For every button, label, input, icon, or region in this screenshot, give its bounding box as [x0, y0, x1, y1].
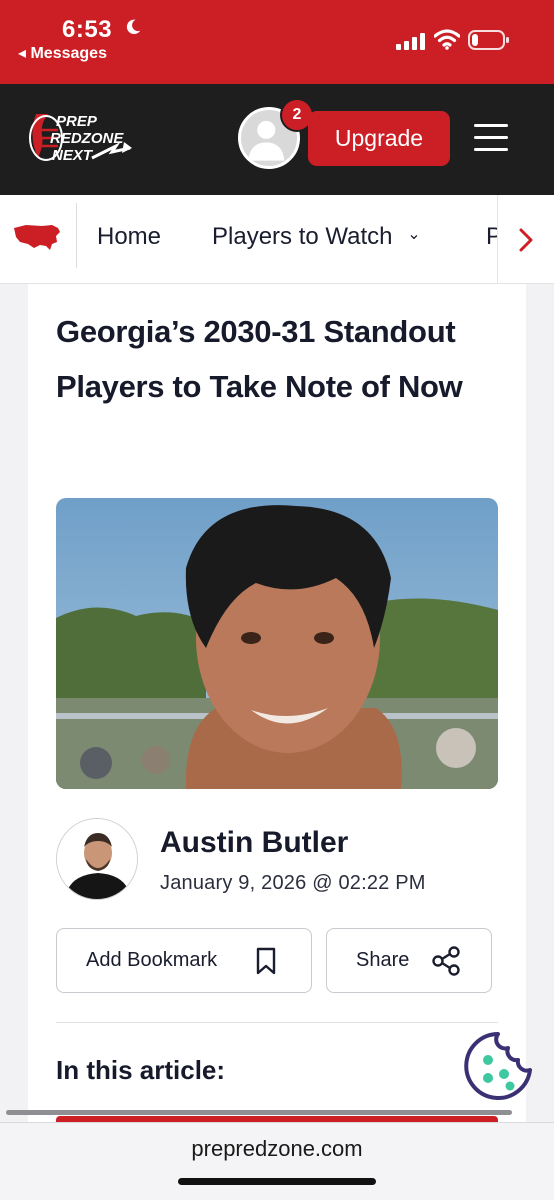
player-photo — [56, 498, 498, 789]
us-map-icon[interactable] — [12, 222, 64, 252]
url-text[interactable]: prepredzone.com — [0, 1136, 554, 1162]
cellular-signal-icon — [396, 33, 425, 50]
author-avatar[interactable] — [56, 818, 138, 900]
status-time: 6:53 — [62, 16, 113, 43]
publish-date: January 9, 2026 @ 02:22 PM — [160, 872, 426, 894]
nav-scroll-right[interactable] — [497, 195, 554, 283]
back-to-messages[interactable]: ◂ Messages — [18, 43, 107, 63]
logo-text-redzone: REDZONE — [50, 130, 124, 147]
nav-bar: Home Players to Watch ⌄ P — [0, 195, 554, 284]
bookmark-icon — [256, 947, 276, 975]
nav-item-players-to-watch[interactable]: Players to Watch ⌄ — [212, 223, 421, 251]
hero-image[interactable] — [56, 498, 498, 789]
home-indicator[interactable] — [178, 1178, 376, 1185]
scroll-indicator[interactable] — [6, 1110, 512, 1115]
section-divider — [56, 1022, 498, 1023]
cookie-settings-icon[interactable] — [462, 1030, 534, 1102]
share-icon — [432, 946, 460, 976]
add-bookmark-button[interactable]: Add Bookmark — [56, 928, 312, 993]
add-bookmark-label: Add Bookmark — [86, 949, 218, 971]
nav-item-label: Players to Watch — [212, 223, 393, 250]
chevron-right-icon — [519, 228, 533, 251]
share-label: Share — [356, 949, 410, 971]
logo-text-next: NEXT — [52, 147, 94, 164]
upgrade-button[interactable]: Upgrade — [308, 111, 450, 166]
battery-icon — [468, 30, 509, 50]
moon-icon — [126, 19, 141, 35]
author-name[interactable]: Austin Butler — [160, 826, 348, 860]
chevron-down-icon: ⌄ — [407, 226, 421, 243]
nav-divider — [76, 203, 77, 268]
toc-heading: In this article: — [56, 1055, 226, 1085]
logo-text-prep: PREP — [56, 113, 98, 130]
article-title: Georgia’s 2030-31 Standout Players to Ta… — [56, 314, 463, 404]
nav-item-home[interactable]: Home — [97, 223, 161, 251]
menu-icon[interactable] — [474, 124, 508, 152]
wifi-icon — [434, 29, 460, 50]
status-bar: 6:53 ◂ Messages — [0, 0, 554, 84]
author-photo-image — [57, 819, 137, 899]
share-button[interactable]: Share — [326, 928, 492, 993]
prep-redzone-next-logo[interactable]: PREP REDZONE NEXT — [26, 106, 138, 170]
